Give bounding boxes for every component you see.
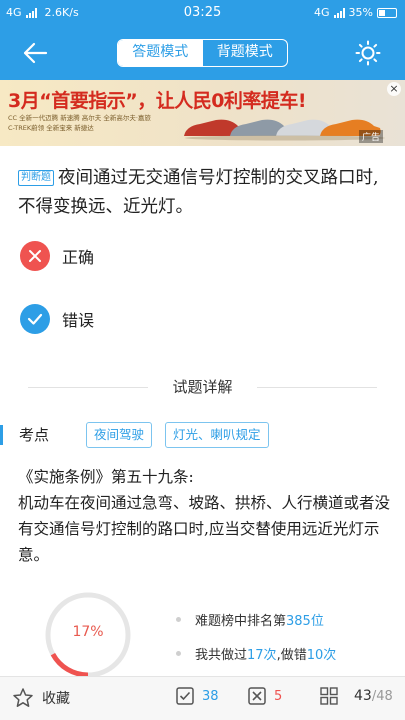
progress-current: 43 <box>354 688 372 704</box>
memorize-mode-tab[interactable]: 背题模式 <box>203 40 288 66</box>
rank-value: 385位 <box>286 614 324 629</box>
battery-icon <box>377 7 397 18</box>
wrong-count-stat: 10次 <box>306 648 337 663</box>
signal-icon-right <box>333 7 345 18</box>
correct-box-icon <box>176 687 194 705</box>
ad-banner[interactable]: 3月“首要指示”，让人民0利率提车! CC 全新一代迈腾 新速腾 高尔夫 全新高… <box>0 80 405 146</box>
knowledge-accent-bar <box>0 425 3 445</box>
rank-stat: 难题榜中排名第 385位 <box>176 610 324 629</box>
top-bar: 答题模式 背题模式 <box>0 26 405 80</box>
status-bar: 4G 2.6K/s 03:25 4G 35% <box>0 0 405 26</box>
wrong-x-icon <box>20 241 50 271</box>
detail-title: 试题详解 <box>172 378 233 396</box>
knowledge-point-label: 考点 <box>19 426 50 444</box>
option-true[interactable]: 正确 <box>20 240 94 272</box>
detail-section-header: 试题详解 <box>0 376 405 397</box>
wrong-count: 5 <box>274 688 283 704</box>
done-count: 17次 <box>247 648 277 663</box>
tag-night-driving[interactable]: 夜间驾驶 <box>86 422 153 448</box>
divider-left <box>28 387 148 388</box>
done-middle: ,做错 <box>276 648 307 663</box>
wrong-box-icon <box>248 687 266 705</box>
network-type-right: 4G <box>314 6 330 19</box>
progress-total: /48 <box>371 688 393 704</box>
answer-mode-tab[interactable]: 答题模式 <box>118 40 203 66</box>
brightness-sun-icon[interactable] <box>355 40 381 66</box>
done-prefix: 我共做过 <box>195 648 248 663</box>
option-false-label: 错误 <box>62 311 95 330</box>
error-rate-value: 17% <box>72 624 104 640</box>
bottom-toolbar: 收藏 38 5 43/48 <box>0 676 405 720</box>
ad-subline-1: CC 全新一代迈腾 新速腾 高尔夫 全新高尔夫·嘉旅 <box>8 114 151 122</box>
back-arrow-icon[interactable] <box>22 40 48 66</box>
correct-counter[interactable]: 38 <box>176 687 219 705</box>
question-grid-button[interactable]: 43/48 <box>320 687 393 705</box>
bullet-dot <box>176 651 181 656</box>
favorite-button[interactable]: 收藏 <box>12 687 70 709</box>
attempt-stat: 我共做过 17次 ,做错 10次 <box>176 644 336 663</box>
tag-lights-horn[interactable]: 灯光、喇叭规定 <box>165 422 269 448</box>
mode-switch: 答题模式 背题模式 <box>117 39 288 67</box>
divider-right <box>257 387 377 388</box>
option-false[interactable]: 错误 <box>20 303 94 335</box>
question-text-block: 判断题 夜间通过无交通信号灯控制的交叉路口时,不得变换远、近光灯。 <box>18 164 390 222</box>
grid-icon <box>320 687 338 705</box>
ad-subline-2: C-TREK蔚领 全新宝来 新捷达 <box>8 124 94 132</box>
bullet-dot <box>176 617 181 622</box>
ad-headline: 3月“首要指示”，让人民0利率提车! <box>8 90 307 112</box>
battery-percent: 35% <box>348 6 373 19</box>
favorite-label: 收藏 <box>42 691 70 707</box>
ad-label: 广告 <box>358 130 383 143</box>
explanation-text: 《实施条例》第五十九条: 机动车在夜间通过急弯、坡路、拱桥、人行横道或者没有交通… <box>18 468 391 564</box>
ad-close-icon[interactable]: × <box>387 82 401 96</box>
option-true-label: 正确 <box>62 248 95 267</box>
correct-count: 38 <box>202 688 219 704</box>
rank-prefix: 难题榜中排名第 <box>195 614 287 629</box>
question-text: 夜间通过无交通信号灯控制的交叉路口时,不得变换远、近光灯。 <box>18 168 379 217</box>
star-icon <box>13 688 33 707</box>
question-type-badge: 判断题 <box>18 170 54 186</box>
wrong-counter[interactable]: 5 <box>248 687 282 705</box>
correct-check-icon <box>20 304 50 334</box>
